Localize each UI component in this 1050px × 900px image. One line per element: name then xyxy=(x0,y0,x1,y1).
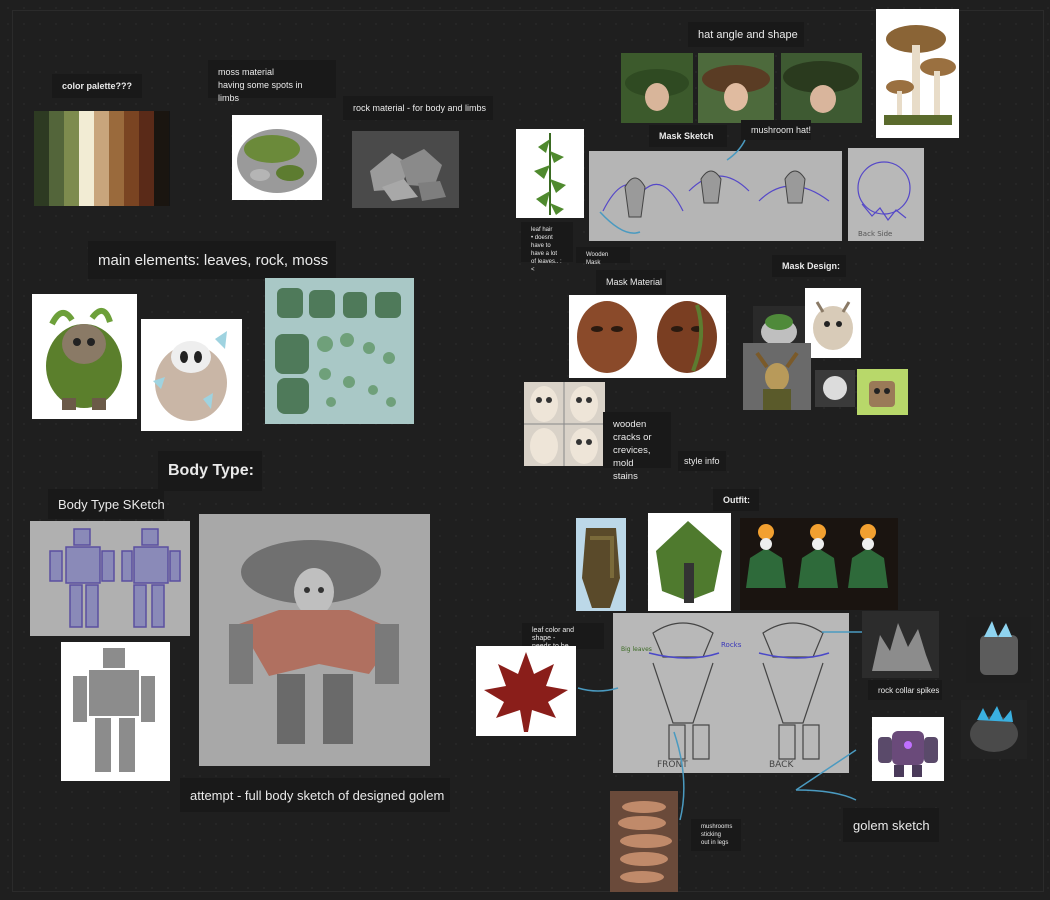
outfit-ref-costume-turnaround[interactable] xyxy=(740,518,898,610)
outfit-label[interactable]: Outfit: xyxy=(713,489,759,511)
back-annotation: BACK xyxy=(769,760,794,770)
mask-design-ref-3[interactable] xyxy=(743,343,811,410)
blocky-golem-render-image[interactable] xyxy=(61,642,170,781)
crystal-rock-golem-2[interactable] xyxy=(961,700,1027,759)
purple-golem-image[interactable] xyxy=(872,717,944,781)
full-body-golem-sketch-image[interactable] xyxy=(199,514,430,766)
palette-swatch xyxy=(64,111,79,206)
back-side-annotation: Back Side xyxy=(858,230,892,238)
mask-material-label[interactable]: Mask Material xyxy=(596,270,666,294)
mask-design-ref-4[interactable] xyxy=(815,370,855,407)
golem-concept-sheet-image[interactable] xyxy=(265,278,414,424)
hat-photo-3[interactable] xyxy=(781,53,862,123)
mushroom-hat-label[interactable]: mushroom hat! xyxy=(741,120,811,140)
maple-leaf-image[interactable] xyxy=(476,646,576,736)
hat-angle-label[interactable]: hat angle and shape xyxy=(688,22,804,47)
hat-photo-1[interactable] xyxy=(621,53,693,123)
palette-swatch xyxy=(94,111,109,206)
palette-swatch xyxy=(124,111,139,206)
body-type-sketch-label[interactable]: Body Type SKetch xyxy=(48,489,165,519)
front-annotation: FRONT xyxy=(657,760,688,770)
ivy-leaves-image[interactable] xyxy=(516,129,584,218)
leaf-golem-image[interactable] xyxy=(32,294,137,419)
palette-swatch xyxy=(154,111,169,206)
palette-swatch xyxy=(109,111,124,206)
mask-back-side-sketch[interactable]: Back Side xyxy=(848,148,924,241)
mushrooms-legs-note[interactable]: mushrooms sticking out in legs xyxy=(691,819,741,851)
rock-collar-label[interactable]: rock collar spikes xyxy=(868,680,942,700)
mask-design-ref-2[interactable] xyxy=(805,288,861,358)
mask-sketch-label[interactable]: Mask Sketch xyxy=(649,125,727,147)
body-type-sketch-image[interactable] xyxy=(30,521,190,636)
leaf-hair-note[interactable]: leaf hair • doesnt have to have a lot of… xyxy=(521,222,573,273)
cracked-mask-photos[interactable] xyxy=(524,382,605,466)
attempt-label[interactable]: attempt - full body sketch of designed g… xyxy=(180,778,450,812)
wooden-cracks-note[interactable]: wooden cracks or crevices, mold stains xyxy=(603,412,671,482)
wooden-mask-photo[interactable] xyxy=(569,295,726,378)
crystal-golem-image[interactable] xyxy=(141,319,242,431)
mushroom-photo[interactable] xyxy=(876,9,959,138)
color-palette-image[interactable] xyxy=(34,111,170,206)
palette-swatch xyxy=(34,111,49,206)
body-type-heading[interactable]: Body Type: xyxy=(158,451,262,491)
palette-swatch xyxy=(79,111,94,206)
rock-material-image[interactable] xyxy=(352,131,459,208)
crystal-rock-golem-1[interactable] xyxy=(966,617,1031,683)
moss-material-label[interactable]: moss material having some spots in limbs xyxy=(208,60,336,103)
mask-design-ref-5[interactable] xyxy=(857,369,908,415)
rock-material-label[interactable]: rock material - for body and limbs xyxy=(343,96,493,120)
big-leaves-annotation: Big leaves xyxy=(621,646,652,653)
mask-design-label[interactable]: Mask Design: xyxy=(772,255,846,277)
outfit-sketch-image[interactable]: FRONT BACK Rocks Big leaves xyxy=(613,613,849,773)
main-elements-label[interactable]: main elements: leaves, rock, moss xyxy=(88,241,336,279)
rocks-annotation: Rocks xyxy=(721,641,742,649)
outfit-ref-scarf[interactable] xyxy=(576,518,626,611)
color-palette-label[interactable]: color palette??? xyxy=(52,74,142,98)
golem-sketch-label[interactable]: golem sketch xyxy=(843,808,939,842)
shelf-mushrooms-image[interactable] xyxy=(610,791,678,892)
moodboard-canvas[interactable]: color palette??? moss material having so… xyxy=(0,0,1050,900)
palette-swatch xyxy=(49,111,64,206)
moss-rock-image[interactable] xyxy=(232,115,322,200)
rock-collar-spikes-image[interactable] xyxy=(862,611,939,678)
mask-sketch-image[interactable] xyxy=(589,151,842,241)
style-info-label[interactable]: style info xyxy=(678,451,726,471)
palette-swatch xyxy=(139,111,154,206)
wooden-mask-label[interactable]: Wooden Mask xyxy=(576,247,630,266)
hat-photo-2[interactable] xyxy=(698,53,774,123)
outfit-ref-cape[interactable] xyxy=(648,513,731,611)
